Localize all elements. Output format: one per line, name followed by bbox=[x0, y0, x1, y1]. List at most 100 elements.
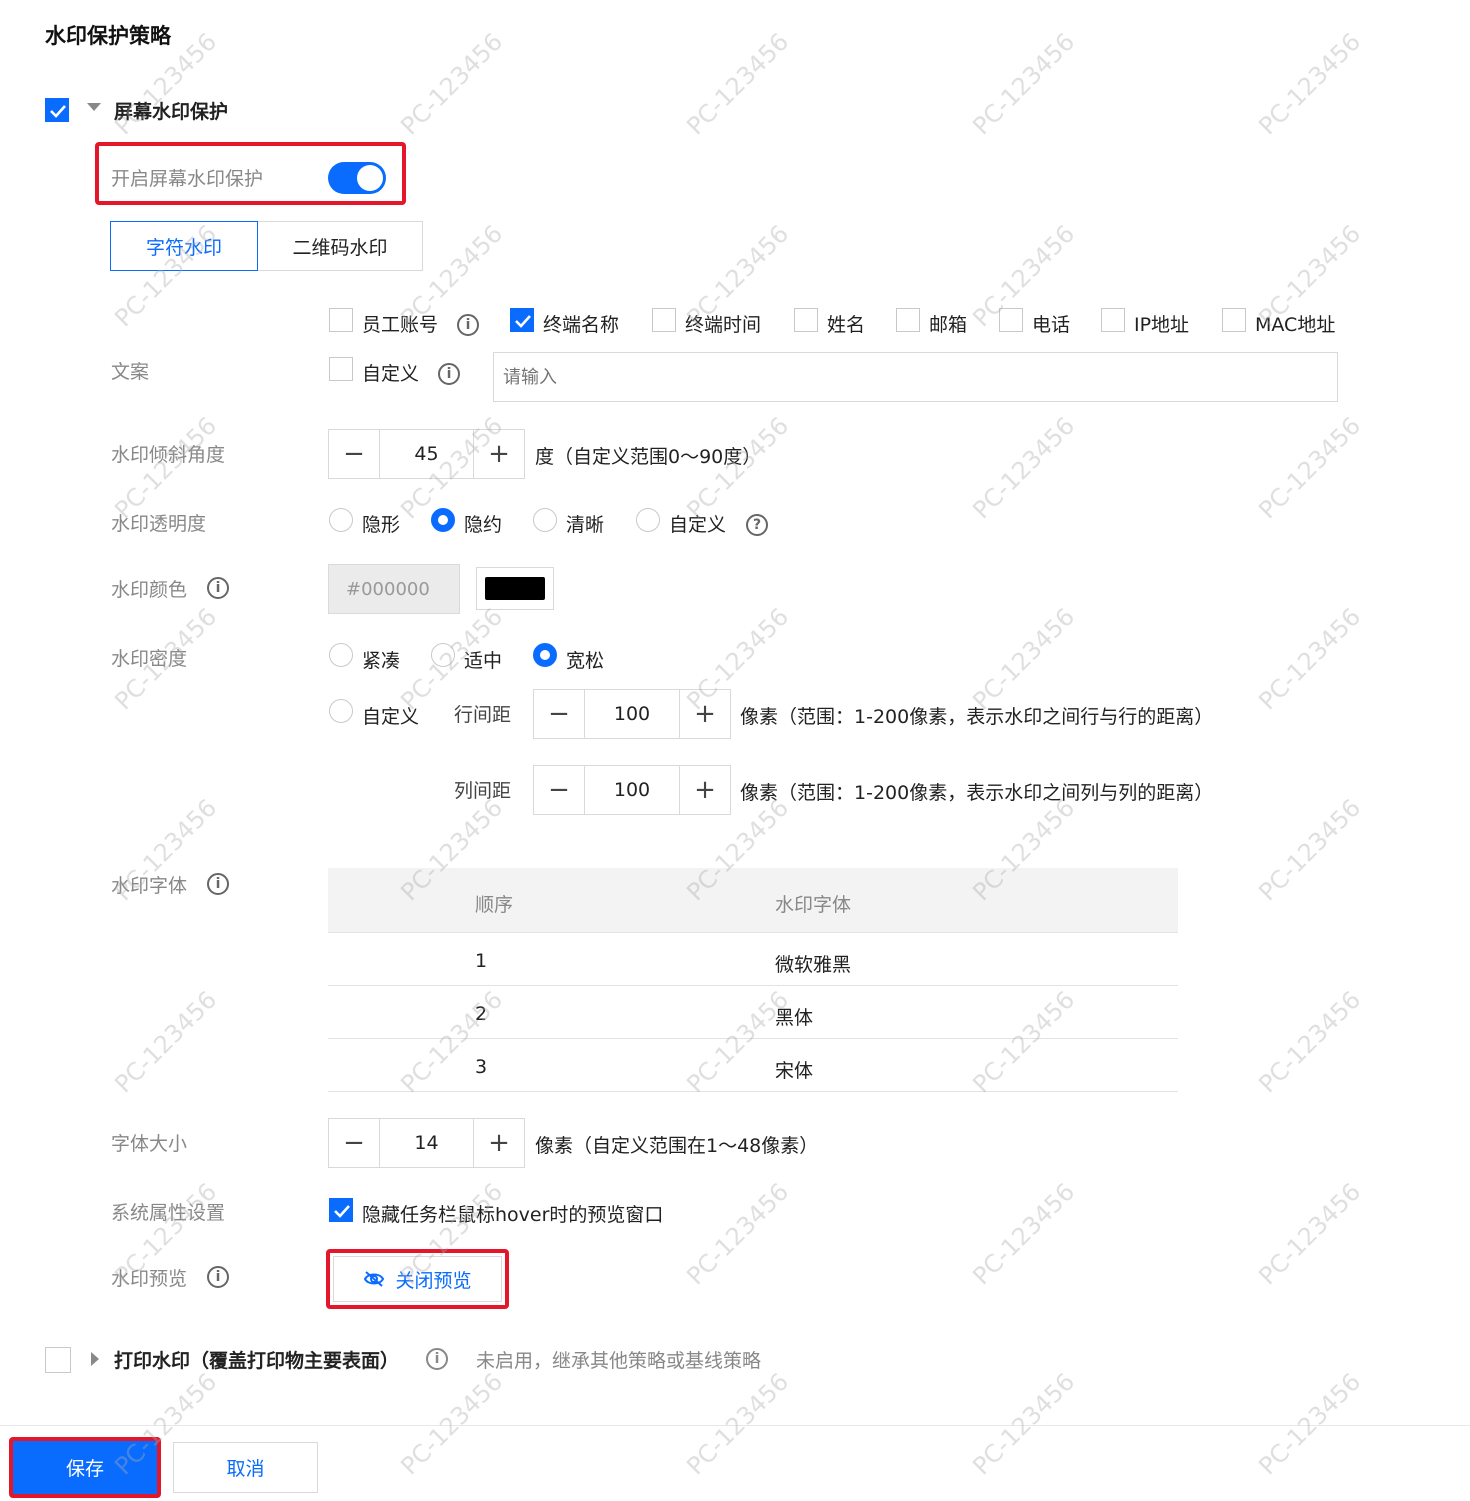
color-picker[interactable] bbox=[476, 567, 554, 610]
col-gap-value[interactable]: 100 bbox=[584, 766, 680, 814]
option-name-checkbox[interactable] bbox=[794, 308, 818, 332]
font-row-name: 黑体 bbox=[775, 1007, 814, 1029]
info-icon[interactable]: i bbox=[207, 577, 229, 599]
watermark-text: PC-123456 bbox=[681, 1177, 795, 1291]
opacity-custom-radio[interactable] bbox=[636, 508, 660, 532]
opacity-custom-label: 自定义 bbox=[669, 514, 727, 536]
watermark-text: PC-123456 bbox=[967, 27, 1081, 141]
hide-taskbar-preview-label: 隐藏任务栏鼠标hover时的预览窗口 bbox=[362, 1204, 664, 1226]
row-gap-stepper[interactable]: − 100 + bbox=[533, 689, 731, 739]
plus-icon[interactable]: + bbox=[680, 690, 730, 738]
watermark-text: PC-123456 bbox=[967, 602, 1081, 716]
option-terminal-time-checkbox[interactable] bbox=[652, 308, 676, 332]
option-employee-account-label: 员工账号 bbox=[362, 314, 439, 336]
opacity-label: 水印透明度 bbox=[111, 513, 207, 535]
custom-copy-input[interactable] bbox=[493, 352, 1338, 402]
opacity-clear-radio[interactable] bbox=[533, 508, 557, 532]
font-row-order: 1 bbox=[475, 950, 488, 972]
density-custom-radio[interactable] bbox=[329, 699, 353, 723]
option-ip-checkbox[interactable] bbox=[1101, 308, 1125, 332]
tilt-hint: 度（自定义范围0～90度） bbox=[535, 446, 762, 468]
watermark-text: PC-123456 bbox=[109, 411, 223, 525]
density-compact-label: 紧凑 bbox=[362, 650, 401, 672]
density-loose-radio[interactable] bbox=[533, 643, 557, 667]
close-preview-label: 关闭预览 bbox=[395, 1269, 472, 1292]
table-row[interactable] bbox=[328, 1039, 1178, 1092]
density-medium-radio[interactable] bbox=[431, 643, 455, 667]
tilt-stepper[interactable]: − 45 + bbox=[328, 429, 525, 479]
info-icon[interactable]: i bbox=[438, 363, 460, 385]
density-medium-label: 适中 bbox=[464, 650, 503, 672]
color-value-field: #000000 bbox=[328, 564, 460, 614]
minus-icon[interactable]: − bbox=[534, 690, 584, 738]
caret-down-icon[interactable] bbox=[87, 103, 101, 111]
opacity-faint-label: 隐约 bbox=[464, 514, 503, 536]
font-row-name: 宋体 bbox=[775, 1060, 814, 1082]
font-size-hint: 像素（自定义范围在1～48像素） bbox=[535, 1135, 819, 1157]
system-label: 系统属性设置 bbox=[111, 1202, 226, 1224]
font-size-stepper[interactable]: − 14 + bbox=[328, 1118, 525, 1168]
option-terminal-time-label: 终端时间 bbox=[685, 314, 762, 336]
info-icon[interactable]: i bbox=[426, 1348, 448, 1370]
opacity-clear-label: 清晰 bbox=[566, 514, 605, 536]
info-icon[interactable]: i bbox=[207, 873, 229, 895]
tab-qrcode-watermark[interactable]: 二维码水印 bbox=[258, 221, 423, 271]
density-loose-label: 宽松 bbox=[566, 650, 605, 672]
option-terminal-name-checkbox[interactable] bbox=[510, 308, 534, 332]
save-button[interactable]: 保存 bbox=[13, 1441, 157, 1494]
color-label: 水印颜色 bbox=[111, 579, 188, 601]
opacity-faint-radio[interactable] bbox=[431, 508, 455, 532]
opacity-invisible-radio[interactable] bbox=[329, 508, 353, 532]
print-watermark-checkbox[interactable] bbox=[45, 1347, 71, 1373]
watermark-text: PC-123456 bbox=[967, 411, 1081, 525]
option-phone-checkbox[interactable] bbox=[999, 308, 1023, 332]
screen-watermark-title: 屏幕水印保护 bbox=[114, 101, 229, 123]
option-custom-checkbox[interactable] bbox=[329, 357, 353, 381]
table-row[interactable] bbox=[328, 986, 1178, 1039]
tilt-value[interactable]: 45 bbox=[379, 430, 474, 478]
font-table-header-font: 水印字体 bbox=[775, 894, 852, 916]
watermark-text: PC-123456 bbox=[681, 1367, 795, 1481]
minus-icon[interactable]: − bbox=[329, 430, 379, 478]
watermark-text: PC-123456 bbox=[1253, 602, 1367, 716]
info-icon[interactable]: i bbox=[207, 1266, 229, 1288]
watermark-text: PC-123456 bbox=[395, 27, 509, 141]
font-row-order: 3 bbox=[475, 1056, 488, 1078]
table-row[interactable] bbox=[328, 933, 1178, 986]
print-watermark-note: 未启用，继承其他策略或基线策略 bbox=[476, 1350, 762, 1372]
screen-watermark-checkbox[interactable] bbox=[45, 98, 69, 122]
help-icon[interactable]: ? bbox=[746, 514, 768, 536]
tilt-label: 水印倾斜角度 bbox=[111, 444, 226, 466]
option-email-checkbox[interactable] bbox=[896, 308, 920, 332]
font-size-value[interactable]: 14 bbox=[379, 1119, 474, 1167]
plus-icon[interactable]: + bbox=[474, 1119, 524, 1167]
info-icon[interactable]: i bbox=[457, 314, 479, 336]
plus-icon[interactable]: + bbox=[680, 766, 730, 814]
toggle-knob bbox=[357, 165, 383, 191]
watermark-text: PC-123456 bbox=[967, 1177, 1081, 1291]
watermark-text: PC-123456 bbox=[1253, 1367, 1367, 1481]
tab-text-watermark[interactable]: 字符水印 bbox=[110, 221, 258, 271]
minus-icon[interactable]: − bbox=[329, 1119, 379, 1167]
plus-icon[interactable]: + bbox=[474, 430, 524, 478]
hide-taskbar-preview-checkbox[interactable] bbox=[329, 1198, 353, 1222]
minus-icon[interactable]: − bbox=[534, 766, 584, 814]
option-ip-label: IP地址 bbox=[1134, 314, 1190, 336]
row-gap-value[interactable]: 100 bbox=[584, 690, 680, 738]
enable-toggle[interactable] bbox=[328, 162, 386, 194]
density-compact-radio[interactable] bbox=[329, 643, 353, 667]
option-mac-checkbox[interactable] bbox=[1222, 308, 1246, 332]
watermark-text: PC-123456 bbox=[1253, 411, 1367, 525]
font-size-label: 字体大小 bbox=[111, 1133, 188, 1155]
cancel-button[interactable]: 取消 bbox=[173, 1442, 318, 1493]
font-row-order: 2 bbox=[475, 1003, 488, 1025]
caret-right-icon[interactable] bbox=[91, 1352, 99, 1366]
watermark-text: PC-123456 bbox=[1253, 1177, 1367, 1291]
page-title: 水印保护策略 bbox=[45, 24, 171, 48]
print-watermark-title: 打印水印（覆盖打印物主要表面） bbox=[114, 1350, 400, 1372]
close-preview-button[interactable]: 关闭预览 bbox=[333, 1256, 502, 1302]
col-gap-stepper[interactable]: − 100 + bbox=[533, 765, 731, 815]
enable-toggle-label: 开启屏幕水印保护 bbox=[111, 168, 264, 190]
option-employee-account-checkbox[interactable] bbox=[329, 308, 353, 332]
footer-divider bbox=[0, 1425, 1470, 1426]
